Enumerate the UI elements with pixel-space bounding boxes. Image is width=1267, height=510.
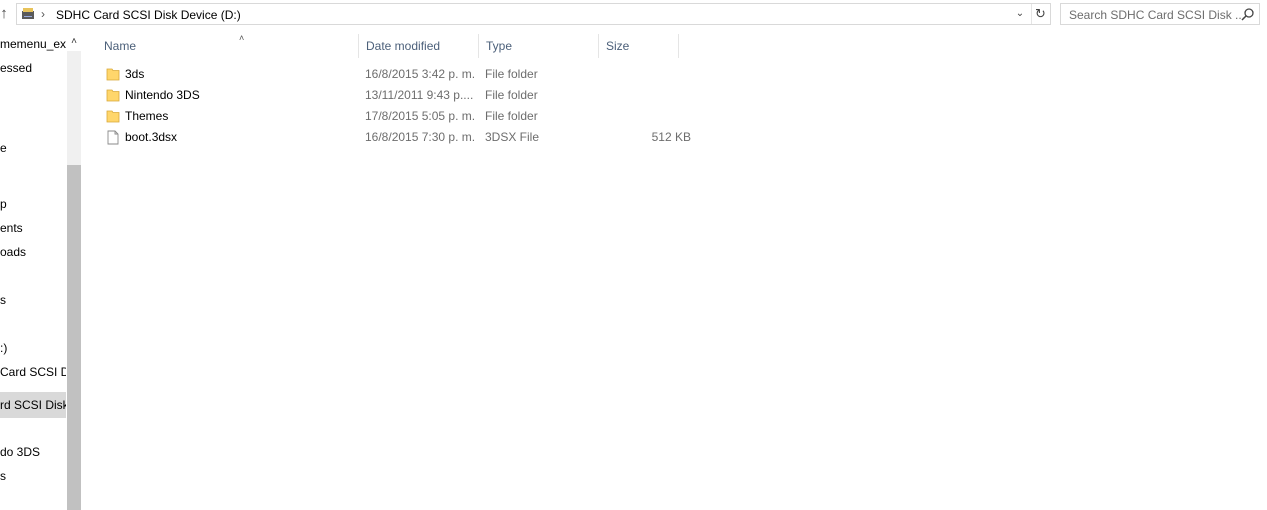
nav-item-label: ents (0, 221, 23, 235)
file-type: File folder (485, 88, 538, 102)
file-row[interactable]: Themes 17/8/2015 5:05 p. m. File folder (103, 106, 763, 127)
nav-scrollbar-thumb[interactable] (67, 165, 81, 510)
column-header-name-label: Name (104, 39, 137, 53)
arrow-up-icon[interactable]: ↑ (0, 5, 10, 23)
nav-item-label: p (0, 197, 7, 211)
file-size: 512 KB (651, 130, 691, 144)
nav-item-label: e (0, 141, 7, 155)
nav-item[interactable]: :) (0, 338, 66, 358)
search-input[interactable]: Search SDHC Card SCSI Disk ... (1069, 7, 1245, 23)
file-date: 16/8/2015 3:42 p. m. (365, 67, 476, 81)
nav-item-selected[interactable]: rd SCSI Disk (0, 392, 66, 418)
address-bar-row: ↑ › SDHC Card SCSI Disk Device (D:) ⌄ ↻ … (0, 0, 1267, 29)
file-size (605, 85, 691, 106)
file-date: 16/8/2015 7:30 p. m. (365, 130, 476, 144)
column-header-name[interactable]: Name ˄ (97, 34, 359, 58)
nav-item[interactable]: s (0, 466, 66, 486)
file-name: 3ds (125, 67, 145, 81)
nav-item-label: :) (0, 341, 8, 355)
nav-item-label: do 3DS (0, 445, 41, 459)
nav-item-label: s (0, 469, 6, 483)
chevron-down-icon[interactable]: ⌄ (1012, 6, 1028, 22)
nav-item[interactable]: p (0, 194, 66, 214)
folder-icon (106, 89, 120, 102)
search-box[interactable]: Search SDHC Card SCSI Disk ... (1060, 3, 1260, 25)
file-icon (107, 130, 119, 145)
nav-item-label: Card SCSI Dis (0, 365, 66, 379)
nav-item[interactable]: memenu_ext (0, 34, 66, 54)
column-header-date[interactable]: Date modified (359, 34, 479, 58)
column-header-type[interactable]: Type (479, 34, 599, 58)
file-list-pane: Name ˄ Date modified Type Size 3ds 16/8/… (83, 29, 1267, 510)
file-name: boot.3dsx (125, 130, 178, 144)
file-date: 13/11/2011 9:43 p.... (365, 88, 474, 102)
nav-item[interactable]: Card SCSI Dis (0, 362, 66, 382)
sort-ascending-icon: ˄ (239, 33, 245, 43)
file-type: File folder (485, 109, 538, 123)
file-row[interactable]: boot.3dsx 16/8/2015 7:30 p. m. 3DSX File… (103, 127, 763, 148)
column-header-date-label: Date modified (366, 39, 441, 53)
nav-item-label: rd SCSI Disk (0, 398, 66, 412)
nav-item[interactable]: oads (0, 242, 66, 262)
address-bar[interactable]: › SDHC Card SCSI Disk Device (D:) ⌄ ↻ (16, 3, 1051, 25)
folder-icon (106, 110, 120, 123)
nav-item[interactable]: do 3DS (0, 442, 66, 462)
file-name: Nintendo 3DS (125, 88, 200, 102)
file-name: Themes (125, 109, 169, 123)
column-header-size[interactable]: Size (599, 34, 679, 58)
file-date: 17/8/2015 5:05 p. m. (365, 109, 476, 123)
folder-icon (106, 68, 120, 81)
file-type: File folder (485, 67, 538, 81)
file-type: 3DSX File (485, 130, 540, 144)
nav-item-label: memenu_ext (0, 37, 66, 51)
nav-item-label: oads (0, 245, 27, 259)
nav-item[interactable]: ents (0, 218, 66, 238)
nav-item-label: s (0, 293, 6, 307)
search-icon[interactable] (1241, 7, 1255, 21)
nav-item[interactable]: e (0, 138, 66, 158)
file-row[interactable]: 3ds 16/8/2015 3:42 p. m. File folder (103, 64, 763, 85)
file-size (605, 106, 691, 127)
nav-item[interactable]: essed (0, 58, 66, 78)
breadcrumb-separator[interactable]: › (41, 6, 45, 22)
refresh-icon[interactable]: ↻ (1031, 4, 1049, 24)
sd-card-drive-icon (22, 8, 34, 19)
nav-item-label: essed (0, 61, 33, 75)
column-header-type-label: Type (486, 39, 513, 53)
breadcrumb[interactable]: SDHC Card SCSI Disk Device (D:) (56, 7, 241, 23)
column-header-size-label: Size (606, 39, 630, 53)
file-row[interactable]: Nintendo 3DS 13/11/2011 9:43 p.... File … (103, 85, 763, 106)
scroll-up-arrow-icon[interactable]: ˄ (67, 35, 81, 49)
nav-item[interactable]: s (0, 290, 66, 310)
navigation-pane: memenu_ext essed e p ents oads s :) Card… (0, 29, 82, 510)
file-size (605, 64, 691, 85)
